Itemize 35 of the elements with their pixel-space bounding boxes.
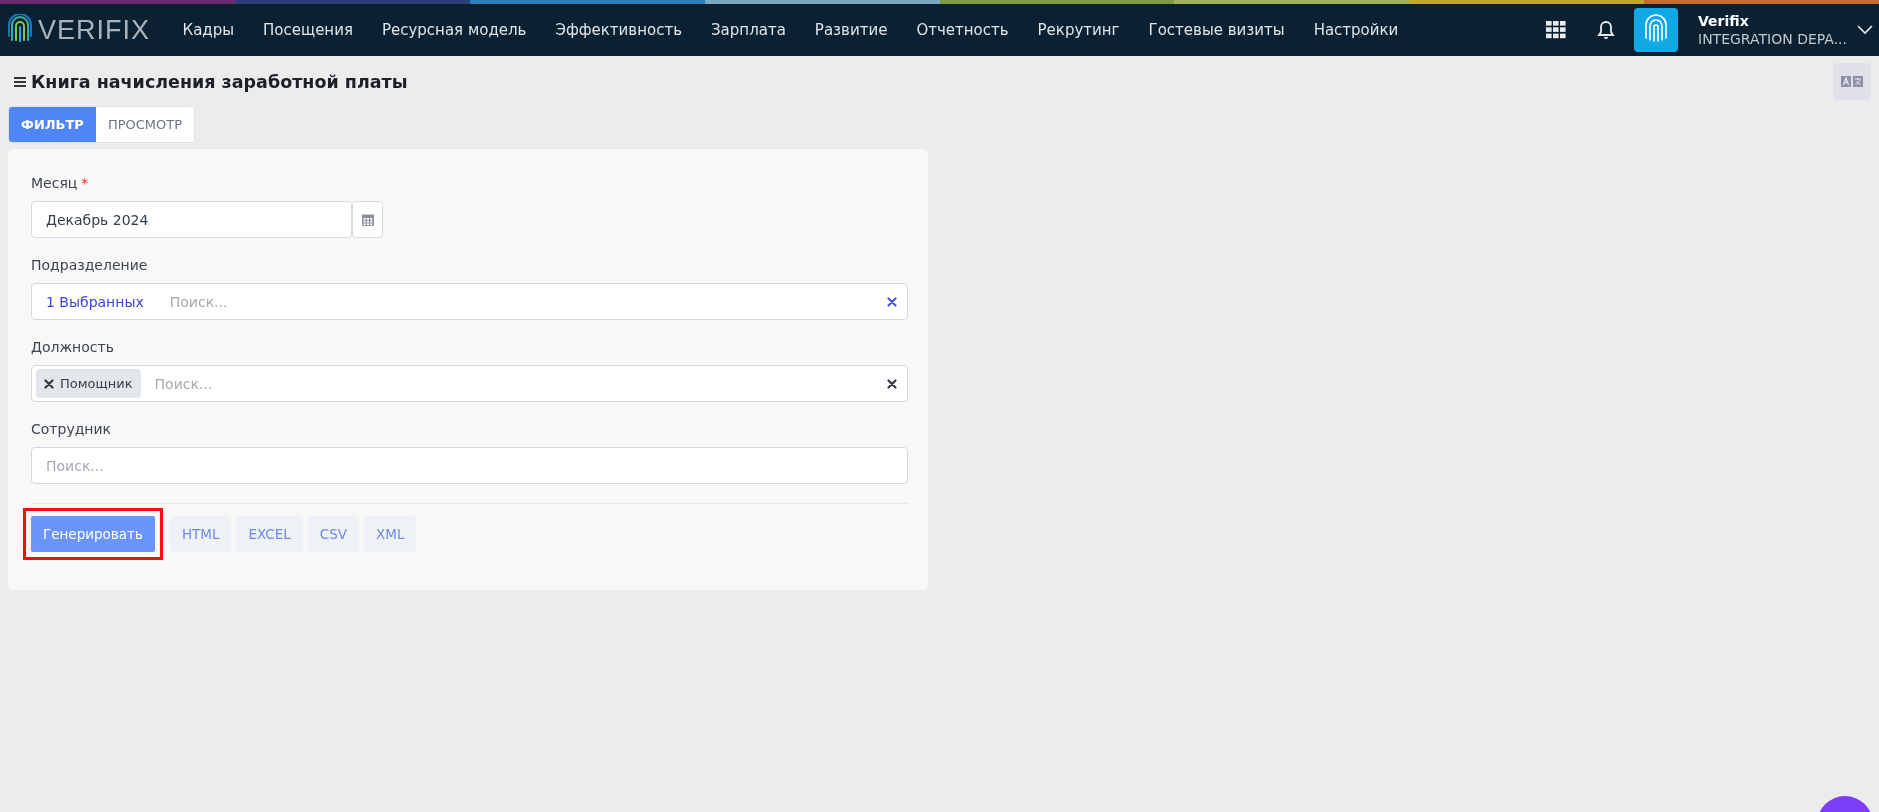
nav-menu-item[interactable]: Ресурсная модель (367, 21, 541, 39)
clear-icon[interactable] (44, 378, 54, 389)
department-select[interactable]: 1 Выбранных Поиск... (31, 283, 908, 320)
field-label: Должность (31, 339, 114, 355)
tag-chip[interactable]: Помощник (36, 369, 141, 398)
nav-menu-item[interactable]: Настройки (1299, 21, 1413, 39)
user-name: Verifix (1698, 12, 1750, 30)
menu-icon[interactable] (13, 76, 27, 88)
calendar-icon (361, 213, 374, 226)
tag-label: Помощник (60, 376, 133, 391)
required-mark: * (81, 175, 89, 191)
nav-menu-item[interactable]: Зарплата (696, 21, 801, 39)
nav-menu-item[interactable]: Посещения (248, 21, 368, 39)
organization-name: INTEGRATION DEPA... (1698, 30, 1847, 48)
chevron-down-icon[interactable] (1857, 25, 1873, 35)
nav-menu-item[interactable]: Эффективность (540, 21, 697, 39)
nav-menu-item[interactable]: Кадры (168, 21, 249, 39)
nav-menu-item[interactable]: Развитие (800, 21, 902, 39)
bell-icon[interactable] (1596, 20, 1616, 40)
nav-menu-item[interactable]: Гостевые визиты (1134, 21, 1300, 39)
nav-menu-item[interactable]: Рекрутинг (1023, 21, 1134, 39)
field-label: Подразделение (31, 257, 148, 273)
field-label: Месяц (31, 175, 78, 191)
calendar-button[interactable] (352, 201, 383, 238)
month-field[interactable]: Декабрь 2024 (31, 201, 352, 238)
avatar[interactable] (1634, 8, 1678, 52)
grid-icon[interactable] (1546, 21, 1566, 39)
page-title: Книга начисления заработной платы (31, 72, 408, 92)
clear-icon[interactable] (887, 296, 897, 307)
nav-menu-item[interactable]: Отчетность (901, 21, 1024, 39)
position-select[interactable]: Помощник Поиск... (31, 365, 908, 402)
field-label: Сотрудник (31, 421, 112, 437)
clear-icon[interactable] (887, 378, 897, 389)
translate-icon (1841, 76, 1863, 87)
logo-text: VERIFIX (38, 14, 151, 46)
